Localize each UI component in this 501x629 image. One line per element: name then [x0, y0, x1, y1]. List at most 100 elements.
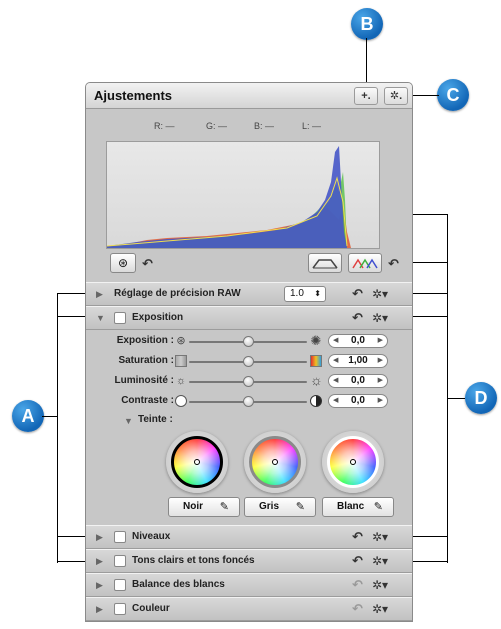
- add-adjustment-button[interactable]: +.: [354, 87, 378, 105]
- histogram-options-button[interactable]: ⊛: [110, 253, 136, 273]
- exposition-decrement-icon[interactable]: ◀: [333, 335, 338, 347]
- saturation-slider-knob[interactable]: [243, 356, 254, 367]
- contraste-decrement-icon[interactable]: ◀: [333, 395, 338, 407]
- exposition-disclosure-triangle[interactable]: ▼: [96, 313, 105, 323]
- tons-disclosure-triangle[interactable]: ▶: [96, 556, 103, 567]
- section-raw-fine-tuning[interactable]: ▶ Réglage de précision RAW 1.0 ⬍ ↶ ✲▾: [86, 282, 412, 306]
- saturation-high-icon: [310, 355, 322, 367]
- white-eyedropper-button[interactable]: Blanc ✎: [322, 497, 394, 517]
- brightness-low-icon: ☼: [175, 375, 187, 387]
- tons-label: Tons clairs et tons foncés: [132, 555, 255, 566]
- luminosite-value: 0,0: [351, 375, 365, 386]
- exposition-checkbox[interactable]: [114, 312, 126, 324]
- luminosite-value-field[interactable]: ◀ 0,0 ▶: [328, 374, 388, 388]
- histogram: [106, 141, 380, 249]
- tons-undo-icon[interactable]: ↶: [352, 553, 363, 569]
- leader-a-v: [57, 293, 58, 563]
- tons-gear-icon[interactable]: ✲▾: [372, 554, 388, 568]
- section-couleur[interactable]: ▶ Couleur ↶ ✲▾: [86, 597, 412, 621]
- eyedropper-icon: ✎: [295, 501, 305, 513]
- brightness-high-icon: ☼: [310, 372, 323, 388]
- balance-undo-icon[interactable]: ↶: [352, 577, 363, 593]
- section-tons-clairs[interactable]: ▶ Tons clairs et tons foncés ↶ ✲▾: [86, 549, 412, 573]
- white-point-wheel[interactable]: [322, 431, 384, 493]
- readout-l: L: —: [302, 121, 322, 131]
- balance-gear-icon[interactable]: ✲▾: [372, 578, 388, 592]
- niveaux-checkbox[interactable]: [114, 531, 126, 543]
- saturation-value-field[interactable]: ◀ 1,00 ▶: [328, 354, 388, 368]
- balance-checkbox[interactable]: [114, 579, 126, 591]
- callout-b: B: [351, 8, 383, 40]
- exposition-increment-icon[interactable]: ▶: [378, 335, 383, 347]
- black-point-puck[interactable]: [194, 459, 200, 465]
- callout-d: D: [465, 382, 497, 414]
- couleur-gear-icon[interactable]: ✲▾: [372, 602, 388, 616]
- raw-undo-icon[interactable]: ↶: [352, 286, 363, 302]
- auto-levels-separate-button[interactable]: [348, 253, 382, 273]
- exposure-high-icon: ✺: [310, 333, 322, 348]
- raw-disclosure-triangle[interactable]: ▶: [96, 289, 103, 300]
- histogram-options-icon: ⊛: [118, 256, 129, 270]
- readout-g: G: —: [206, 121, 228, 131]
- raw-version-value: 1.0: [290, 288, 304, 299]
- niveaux-gear-icon[interactable]: ✲▾: [372, 530, 388, 544]
- exposition-undo-icon[interactable]: ↶: [352, 310, 363, 326]
- raw-version-popup[interactable]: 1.0 ⬍: [284, 286, 326, 302]
- tons-checkbox[interactable]: [114, 555, 126, 567]
- adjustments-panel: Ajustements +. ✲. R: — G: — B: — L: — ⊛ …: [85, 82, 413, 622]
- exposure-low-icon: ⊛: [176, 335, 186, 347]
- section-exposition[interactable]: ▼ Exposition ↶ ✲▾: [86, 306, 412, 330]
- contraste-slider-knob[interactable]: [243, 396, 254, 407]
- luminosite-slider-knob[interactable]: [243, 376, 254, 387]
- niveaux-label: Niveaux: [132, 531, 171, 542]
- niveaux-undo-icon[interactable]: ↶: [352, 529, 363, 545]
- section-balance-blancs[interactable]: ▶ Balance des blancs ↶ ✲▾: [86, 573, 412, 597]
- luminosite-increment-icon[interactable]: ▶: [378, 375, 383, 387]
- gray-point-puck[interactable]: [272, 459, 278, 465]
- saturation-increment-icon[interactable]: ▶: [378, 355, 383, 367]
- contrast-high-icon: [310, 395, 322, 407]
- contraste-increment-icon[interactable]: ▶: [378, 395, 383, 407]
- balance-disclosure-triangle[interactable]: ▶: [96, 580, 103, 591]
- eyedropper-icon: ✎: [373, 501, 383, 513]
- histogram-undo-icon[interactable]: ↶: [142, 256, 153, 272]
- readout-b: B: —: [254, 121, 275, 131]
- callout-a: A: [12, 400, 44, 432]
- raw-version-arrows: ⬍: [314, 289, 321, 298]
- exposition-gear-icon[interactable]: ✲▾: [372, 311, 388, 325]
- raw-gear-icon[interactable]: ✲▾: [372, 287, 388, 301]
- couleur-checkbox[interactable]: [114, 603, 126, 615]
- eyedropper-icon: ✎: [219, 501, 229, 513]
- exposition-value: 0,0: [351, 335, 365, 346]
- black-eyedropper-button[interactable]: Noir ✎: [168, 497, 240, 517]
- black-point-wheel[interactable]: [166, 431, 228, 493]
- auto-levels-blue: [366, 258, 378, 269]
- raw-label: Réglage de précision RAW: [114, 288, 241, 299]
- panel-title: Ajustements: [94, 88, 173, 103]
- slider-label-saturation: Saturation :: [118, 355, 174, 366]
- histogram-graph: [106, 146, 351, 248]
- gray-point-wheel[interactable]: [244, 431, 306, 493]
- luminosite-decrement-icon[interactable]: ◀: [333, 375, 338, 387]
- exposition-value-field[interactable]: ◀ 0,0 ▶: [328, 334, 388, 348]
- auto-levels-undo-icon[interactable]: ↶: [388, 256, 399, 272]
- black-eyedropper-label: Noir: [183, 501, 203, 512]
- exposition-slider-knob[interactable]: [243, 336, 254, 347]
- saturation-value: 1,00: [348, 355, 368, 366]
- saturation-decrement-icon[interactable]: ◀: [333, 355, 338, 367]
- contraste-value-field[interactable]: ◀ 0,0 ▶: [328, 394, 388, 408]
- teinte-disclosure-triangle[interactable]: ▼: [124, 416, 133, 426]
- slider-label-contraste: Contraste :: [121, 395, 174, 406]
- white-point-puck[interactable]: [350, 459, 356, 465]
- leader-d-h: [447, 398, 465, 399]
- gray-eyedropper-button[interactable]: Gris ✎: [244, 497, 316, 517]
- auto-levels-button[interactable]: [308, 253, 342, 273]
- panel-gear-button[interactable]: ✲.: [384, 87, 408, 105]
- section-niveaux[interactable]: ▶ Niveaux ↶ ✲▾: [86, 525, 412, 549]
- contraste-value: 0,0: [351, 395, 365, 406]
- couleur-undo-icon[interactable]: ↶: [352, 601, 363, 617]
- niveaux-disclosure-triangle[interactable]: ▶: [96, 532, 103, 543]
- white-eyedropper-label: Blanc: [337, 501, 365, 512]
- couleur-disclosure-triangle[interactable]: ▶: [96, 604, 103, 615]
- color-readout: R: — G: — B: — L: —: [126, 121, 376, 135]
